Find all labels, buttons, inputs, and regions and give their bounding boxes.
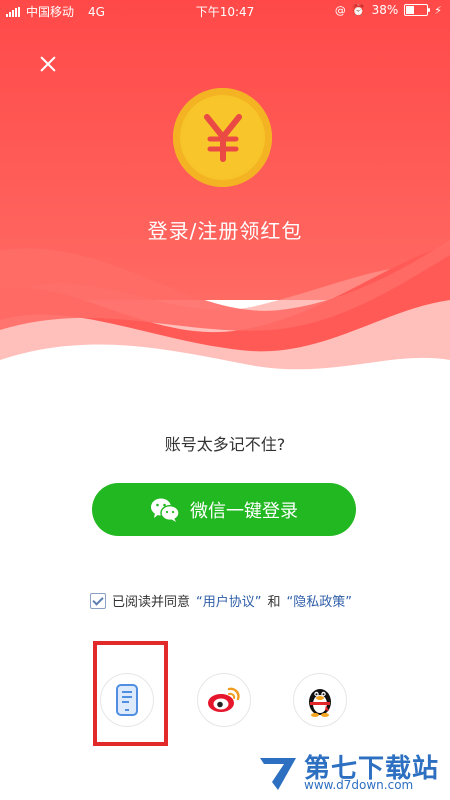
weibo-icon (208, 687, 240, 712)
qq-penguin-icon (309, 689, 331, 717)
wechat-login-button[interactable]: 微信一键登录 (92, 483, 356, 536)
status-bar: 中国移动 4G 下午10:47 @ ⏰ 38% ⚡ (0, 0, 450, 20)
alarm-icon: ⏰ (351, 3, 366, 17)
agreement-checkbox[interactable] (90, 592, 106, 609)
agreement-and: 和 (267, 595, 281, 610)
phone-login-button[interactable] (100, 673, 154, 727)
watermark-url: www.d7down.com (304, 778, 414, 792)
clock: 下午10:47 (195, 5, 255, 19)
prompt-text: 账号太多记不住? (164, 435, 286, 454)
privacy-link[interactable]: “隐私政策” (287, 591, 352, 610)
yen-icon (204, 114, 242, 162)
phone-icon (116, 684, 138, 716)
login-screen: 中国移动 4G 下午10:47 @ ⏰ 38% ⚡ 登录/注册领红包 账号太多记… (0, 0, 450, 800)
close-button[interactable] (36, 52, 60, 76)
lock-rotation-icon: @ (334, 3, 346, 17)
battery-icon (404, 4, 431, 16)
agreement-row: 已阅读并同意 “用户协议” 和 “隐私政策” (90, 591, 352, 610)
agreement-prefix: 已阅读并同意 (112, 595, 191, 610)
qq-login-button[interactable] (293, 673, 347, 727)
battery-percent: 38% (371, 3, 399, 17)
coin-icon (173, 88, 272, 187)
d7down-logo-icon (260, 758, 296, 790)
watermark: 第七下载站 www.d7down.com (250, 744, 450, 800)
wechat-icon (151, 498, 180, 522)
terms-link[interactable]: “用户协议” (196, 591, 261, 610)
hero-background (0, 0, 450, 370)
wechat-login-label: 微信一键登录 (190, 500, 298, 522)
page-title: 登录/注册领红包 (147, 219, 303, 243)
weibo-login-button[interactable] (197, 673, 251, 727)
charging-icon: ⚡ (434, 3, 442, 17)
